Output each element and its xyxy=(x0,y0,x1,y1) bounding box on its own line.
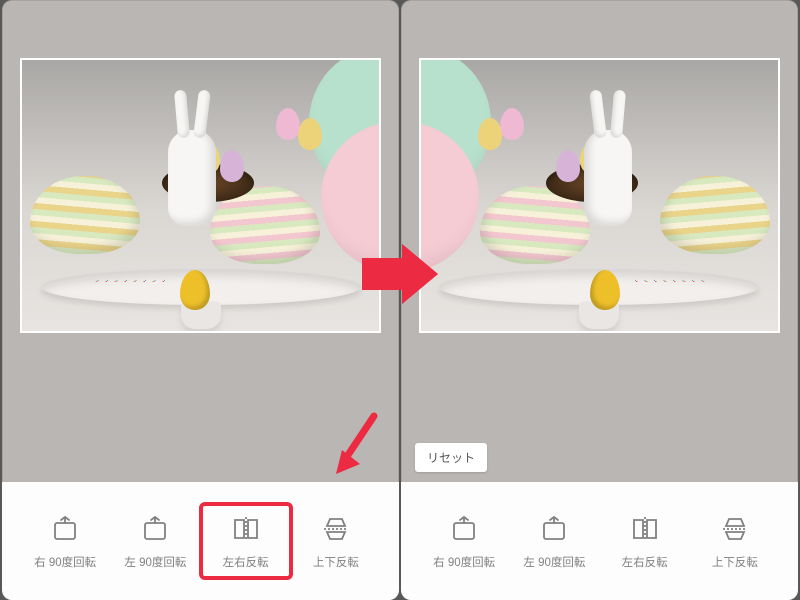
tool-rotate-left[interactable]: 左 90度回転 xyxy=(110,504,200,578)
reset-button[interactable]: リセット xyxy=(415,443,487,472)
comparison-figure: · · · · · · · · xyxy=(0,0,800,600)
tool-label: 左 90度回転 xyxy=(124,554,186,570)
tool-rotate-left[interactable]: 左 90度回転 xyxy=(509,504,599,578)
preview-image-flipped: · · · · · · · · xyxy=(421,60,778,331)
flip-horizontal-icon xyxy=(625,512,665,546)
tool-label: 左 90度回転 xyxy=(523,554,585,570)
tool-label: 右 90度回転 xyxy=(34,554,96,570)
phone-after: · · · · · · · · リセット xyxy=(401,0,798,600)
flip-horizontal-icon xyxy=(226,512,266,546)
preview-image-original: · · · · · · · · xyxy=(22,60,379,331)
phone-before: · · · · · · · · xyxy=(2,0,399,600)
tool-rotate-right[interactable]: 右 90度回転 xyxy=(20,504,110,578)
rotate-left-icon xyxy=(135,512,175,546)
flip-vertical-icon xyxy=(715,512,755,546)
tool-label: 上下反転 xyxy=(313,554,359,570)
rotate-right-icon xyxy=(444,512,484,546)
image-canvas[interactable]: · · · · · · · · xyxy=(419,58,780,333)
tool-label: 右 90度回転 xyxy=(433,554,495,570)
tool-flip-horizontal[interactable]: 左右反転 xyxy=(600,504,690,578)
tool-flip-vertical[interactable]: 上下反転 xyxy=(690,504,780,578)
transform-toolbar: 右 90度回転 左 90度回転 左右反転 上下反転 xyxy=(401,482,798,600)
tool-flip-vertical[interactable]: 上下反転 xyxy=(291,504,381,578)
tool-label: 左右反転 xyxy=(622,554,668,570)
flip-vertical-icon xyxy=(316,512,356,546)
rotate-right-icon xyxy=(45,512,85,546)
transition-arrow-icon xyxy=(362,244,438,304)
image-canvas[interactable]: · · · · · · · · xyxy=(20,58,381,333)
callout-arrow-icon xyxy=(332,412,380,472)
tool-label: 左右反転 xyxy=(223,554,269,570)
tool-label: 上下反転 xyxy=(712,554,758,570)
rotate-left-icon xyxy=(534,512,574,546)
tool-flip-horizontal[interactable]: 左右反転 xyxy=(201,504,291,578)
transform-toolbar: 右 90度回転 左 90度回転 左右反転 上下反転 xyxy=(2,482,399,600)
tool-rotate-right[interactable]: 右 90度回転 xyxy=(419,504,509,578)
